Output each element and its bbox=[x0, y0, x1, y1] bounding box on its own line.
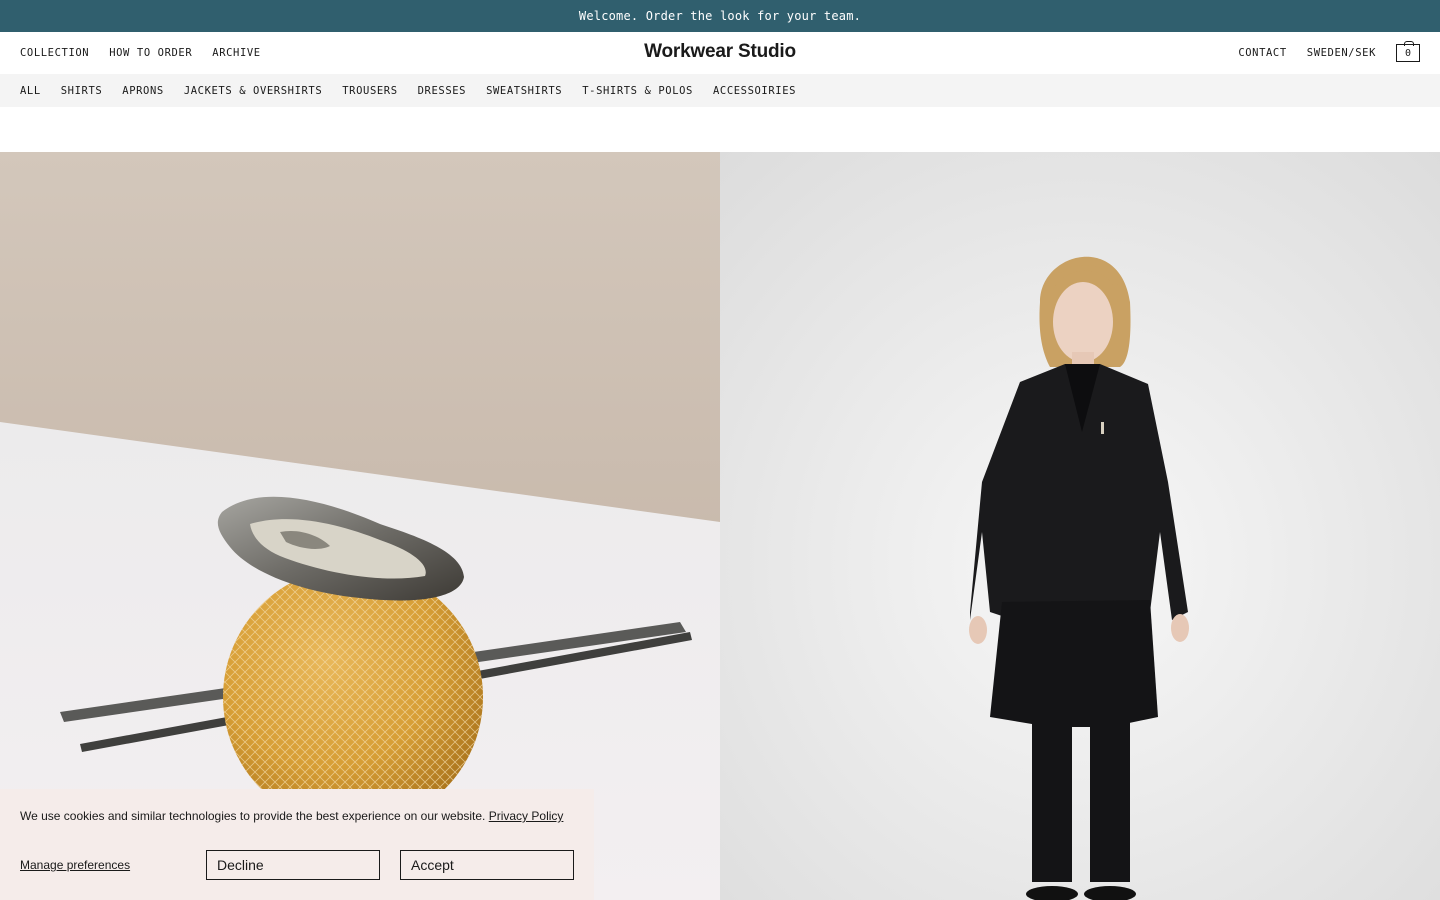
accept-button[interactable]: Accept bbox=[400, 850, 574, 880]
announcement-text: Welcome. Order the look for your team. bbox=[578, 9, 862, 23]
nav-how-to-order[interactable]: HOW TO ORDER bbox=[109, 47, 192, 59]
primary-nav: COLLECTION HOW TO ORDER ARCHIVE bbox=[20, 47, 261, 59]
privacy-policy-link[interactable]: Privacy Policy bbox=[489, 809, 564, 823]
category-dresses[interactable]: DRESSES bbox=[418, 85, 466, 97]
category-all[interactable]: ALL bbox=[20, 85, 41, 97]
cookie-banner: We use cookies and similar technologies … bbox=[0, 789, 594, 900]
nav-archive[interactable]: ARCHIVE bbox=[212, 47, 260, 59]
announcement-bar: Welcome. Order the look for your team. bbox=[0, 0, 1440, 32]
category-tshirts-polos[interactable]: T-SHIRTS & POLOS bbox=[582, 85, 693, 97]
hero-images bbox=[0, 152, 1440, 900]
utility-nav: CONTACT SWEDEN/SEK 0 bbox=[1238, 41, 1420, 62]
bag-icon[interactable]: 0 bbox=[1396, 41, 1420, 62]
hero-left-image[interactable] bbox=[0, 152, 720, 900]
oyster-on-melon-photo bbox=[0, 152, 720, 900]
category-shirts[interactable]: SHIRTS bbox=[61, 85, 103, 97]
nav-collection[interactable]: COLLECTION bbox=[20, 47, 89, 59]
region-selector[interactable]: SWEDEN/SEK bbox=[1307, 47, 1376, 59]
category-trousers[interactable]: TROUSERS bbox=[342, 85, 397, 97]
cookie-message: We use cookies and similar technologies … bbox=[20, 809, 574, 823]
category-jackets-overshirts[interactable]: JACKETS & OVERSHIRTS bbox=[184, 85, 322, 97]
category-accessories[interactable]: ACCESSOIRIES bbox=[713, 85, 796, 97]
category-aprons[interactable]: APRONS bbox=[122, 85, 164, 97]
site-header: COLLECTION HOW TO ORDER ARCHIVE Workwear… bbox=[0, 32, 1440, 74]
cookie-text: We use cookies and similar technologies … bbox=[20, 809, 486, 823]
cart-count: 0 bbox=[1404, 47, 1412, 59]
logo-text[interactable]: Workwear Studio bbox=[644, 41, 796, 62]
nav-contact[interactable]: CONTACT bbox=[1238, 47, 1286, 59]
cookie-actions: Manage preferences Decline Accept bbox=[20, 850, 574, 880]
hero-right-image[interactable] bbox=[720, 152, 1440, 900]
category-sweatshirts[interactable]: SWEATSHIRTS bbox=[486, 85, 562, 97]
model-in-black-workwear-photo bbox=[720, 152, 1440, 900]
decline-button[interactable]: Decline bbox=[206, 850, 380, 880]
manage-preferences-link[interactable]: Manage preferences bbox=[20, 858, 130, 872]
category-nav: ALL SHIRTS APRONS JACKETS & OVERSHIRTS T… bbox=[0, 74, 1440, 107]
